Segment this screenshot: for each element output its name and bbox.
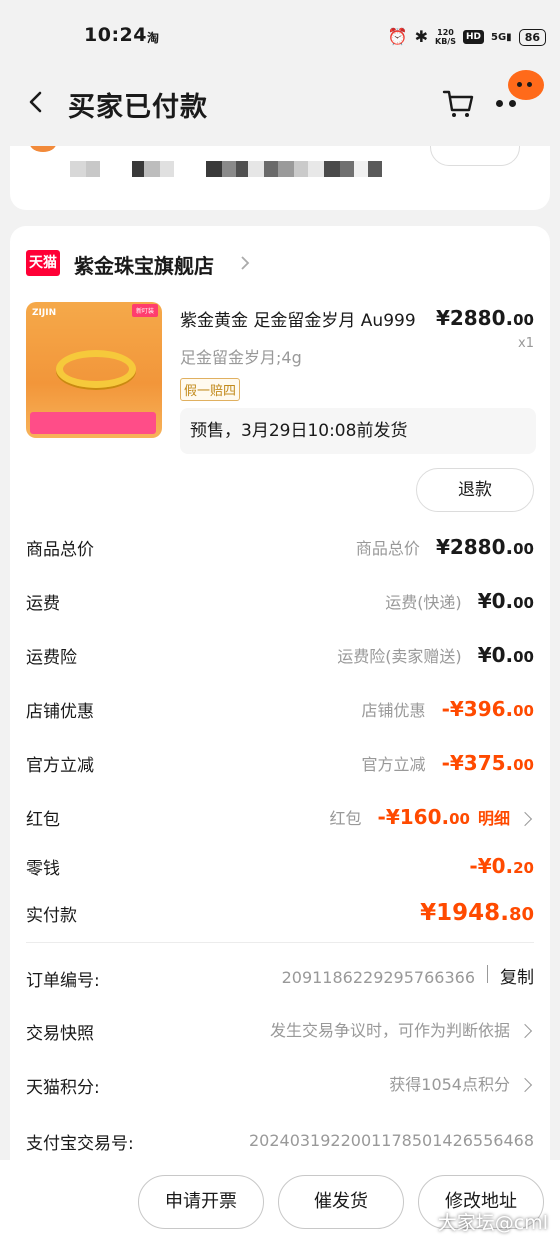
- refund-button[interactable]: 退款: [416, 468, 534, 512]
- copy-button[interactable]: 复制: [500, 963, 534, 993]
- guarantee-badge: 假一赔四: [180, 378, 241, 401]
- back-button[interactable]: [22, 84, 52, 120]
- product-quantity: x1: [518, 336, 534, 351]
- points-value: 获得1054点积分: [389, 1075, 510, 1094]
- row-label: 运费险: [26, 648, 77, 668]
- order-number: 2091186229295766366: [281, 968, 475, 987]
- watermark: 大家坛@cml: [437, 1212, 548, 1234]
- row-hint: 官方立减: [361, 755, 426, 774]
- row-amount: ¥2880.00: [435, 535, 534, 559]
- redacted-name: [70, 161, 100, 177]
- request-invoice-button[interactable]: 申请开票: [138, 1175, 264, 1229]
- price-row-red-packet[interactable]: 红包 红包 -¥160.00 明细: [26, 802, 534, 832]
- snapshot-hint: 发生交易争议时，可作为判断依据: [269, 1021, 510, 1040]
- price-row-shop-discount: 店铺优惠 店铺优惠 -¥396.00: [26, 694, 534, 724]
- row-label: 零钱: [26, 859, 60, 879]
- product-image-tag: 新叮装: [131, 304, 158, 317]
- divider: [26, 942, 534, 943]
- signal-icon: 5G▮: [491, 31, 512, 43]
- row-label: 官方立减: [26, 756, 94, 776]
- price-row-shipping-insurance: 运费险 运费险(卖家赠送) ¥0.00: [26, 640, 534, 670]
- alarm-icon: ⏰: [387, 27, 408, 46]
- row-amount: -¥396.00: [441, 697, 534, 721]
- status-icons: ⏰ ✱ 120 KB/S HD 5G▮ 86: [388, 24, 546, 50]
- redacted-phone: [132, 161, 174, 177]
- row-amount: ¥0.00: [477, 589, 534, 613]
- alipay-label: 支付宝交易号:: [26, 1134, 134, 1154]
- cart-button[interactable]: [441, 86, 475, 120]
- product-price: ¥2880.00: [435, 306, 534, 330]
- more-icon-dot: [509, 100, 516, 107]
- row-amount: ¥0.00: [477, 643, 534, 667]
- alipay-row: 支付宝交易号: 2024031922001178501426556468: [26, 1126, 534, 1156]
- tmall-logo: 天猫: [26, 250, 60, 276]
- chevron-right-icon[interactable]: [238, 256, 252, 270]
- ring-graphic: [56, 350, 136, 388]
- message-bubble-icon[interactable]: [508, 70, 544, 100]
- chevron-right-icon: [517, 811, 533, 827]
- price-row-balance: 零钱 -¥0.20: [26, 851, 534, 881]
- presale-note: 预售，3月29日10:08前发货: [180, 408, 536, 454]
- alipay-number: 2024031922001178501426556468: [248, 1131, 534, 1150]
- location-icon: [30, 146, 56, 152]
- bluetooth-icon: ✱: [414, 27, 428, 46]
- shop-name-link[interactable]: 紫金珠宝旗舰店: [74, 250, 214, 279]
- separator: [487, 965, 488, 983]
- points-row[interactable]: 天猫积分: 获得1054点积分: [26, 1070, 534, 1100]
- order-number-label: 订单编号:: [26, 971, 100, 991]
- urge-shipping-button[interactable]: 催发货: [278, 1175, 404, 1229]
- page-title: 买家已付款: [68, 92, 208, 123]
- redacted-address: [206, 161, 382, 177]
- row-hint: 店铺优惠: [361, 701, 426, 720]
- row-hint: 红包: [329, 809, 362, 828]
- nav-bar: 买家已付款: [0, 72, 560, 132]
- status-bar: 10:24 淘 ⏰ ✱ 120 KB/S HD 5G▮ 86: [0, 0, 560, 72]
- address-card: [10, 146, 550, 210]
- price-row-shipping: 运费 运费(快递) ¥0.00: [26, 586, 534, 616]
- product-image-banner: [30, 412, 156, 434]
- edit-address-mini-button[interactable]: [430, 146, 520, 166]
- product-image[interactable]: ZIJIN 新叮装: [26, 302, 162, 438]
- points-label: 天猫积分:: [26, 1078, 100, 1098]
- cart-icon: [442, 90, 474, 117]
- row-amount: -¥0.20: [469, 854, 534, 878]
- order-card: 天猫 紫金珠宝旗舰店 ZIJIN 新叮装 紫金黄金 足金留金岁月 Au999 ¥…: [10, 226, 550, 1226]
- snapshot-label: 交易快照: [26, 1024, 94, 1044]
- chevron-right-icon: [517, 1077, 533, 1093]
- row-label: 运费: [26, 594, 60, 614]
- row-label: 商品总价: [26, 540, 94, 560]
- snapshot-row[interactable]: 交易快照 发生交易争议时，可作为判断依据: [26, 1016, 534, 1046]
- price-row-official-discount: 官方立减 官方立减 -¥375.00: [26, 748, 534, 778]
- row-amount: -¥375.00: [441, 751, 534, 775]
- product-image-brand: ZIJIN: [32, 308, 57, 318]
- total-amount: ¥1948.80: [420, 900, 534, 926]
- order-number-row: 订单编号: 2091186229295766366 复制: [26, 963, 534, 993]
- row-hint: 运费险(卖家赠送): [337, 647, 462, 666]
- hd-icon: HD: [462, 30, 484, 44]
- product-title[interactable]: 紫金黄金 足金留金岁月 Au999: [180, 306, 430, 331]
- more-icon: [496, 100, 503, 107]
- chevron-right-icon: [517, 1023, 533, 1039]
- details-link[interactable]: 明细: [478, 804, 510, 834]
- row-label: 红包: [26, 810, 60, 830]
- price-row-subtotal: 商品总价 商品总价 ¥2880.00: [26, 532, 534, 562]
- row-hint: 商品总价: [355, 539, 420, 558]
- battery-icon: 86: [518, 28, 546, 46]
- row-amount: -¥160.00: [377, 805, 470, 829]
- row-hint: 运费(快递): [385, 593, 462, 612]
- total-label: 实付款: [26, 906, 77, 926]
- product-sku: 足金留金岁月;4g: [180, 348, 302, 367]
- row-label: 店铺优惠: [26, 702, 94, 722]
- chevron-left-icon: [29, 91, 42, 113]
- status-time: 10:24: [84, 24, 147, 46]
- taobao-notification-icon: 淘: [147, 31, 160, 45]
- total-paid-row: 实付款 ¥1948.80: [26, 898, 534, 928]
- network-speed: 120 KB/S: [435, 28, 456, 46]
